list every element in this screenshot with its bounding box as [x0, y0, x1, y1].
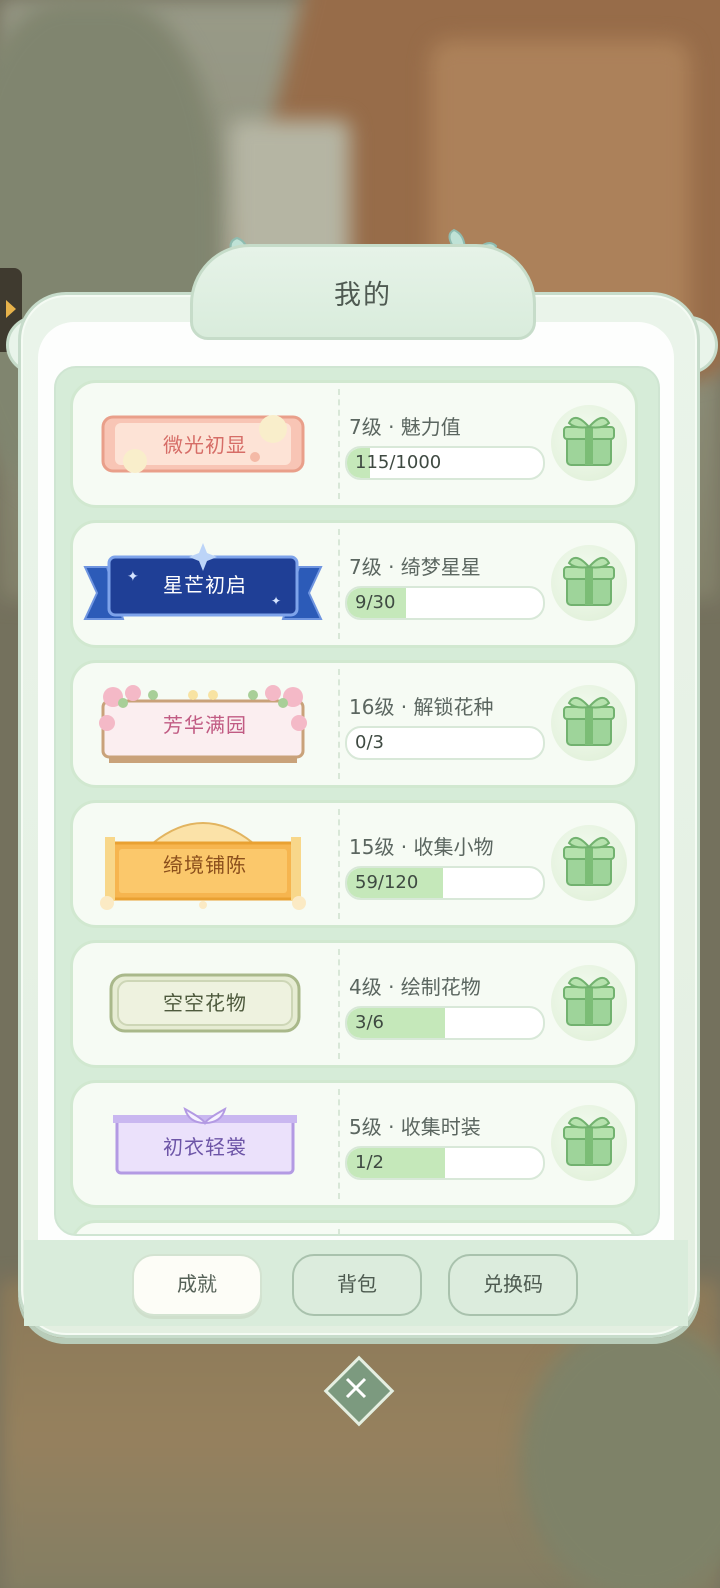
- gift-box-icon[interactable]: [551, 545, 627, 621]
- badge-label: 芳华满园: [163, 713, 247, 737]
- achievement-task: 7级 · 魅力值: [349, 415, 461, 439]
- progress-value: 0/3: [355, 732, 384, 753]
- badge-label: 绮境铺陈: [163, 853, 247, 877]
- page-title: 我的: [334, 280, 392, 311]
- achievement-row-2: ✦ ✦ 星芒初启 7级 · 绮梦星星 9/30: [70, 520, 638, 648]
- achievement-row-4: 绮境铺陈 15级 · 收集小物 59/120: [70, 800, 638, 928]
- progress-bar: 0/3: [345, 726, 545, 760]
- progress-value: 9/30: [355, 592, 396, 613]
- achievement-row-1: 微光初显 7级 · 魅力值 115/1000: [70, 380, 638, 508]
- achievement-task: 16级 · 解锁花种: [349, 695, 494, 719]
- badge-chuyi: 初衣轻裳: [73, 1083, 337, 1205]
- achievement-row-partial: [70, 1220, 638, 1234]
- badge-label: 空空花物: [163, 991, 247, 1015]
- close-icon[interactable]: [331, 1363, 381, 1413]
- badge-label: 初衣轻裳: [163, 1135, 247, 1159]
- progress-bar: 3/6: [345, 1006, 545, 1040]
- badge-label: 微光初显: [163, 433, 247, 457]
- badge-label: 星芒初启: [163, 573, 247, 597]
- achievement-row-5: 空空花物 4级 · 绘制花物 3/6: [70, 940, 638, 1068]
- gift-box-icon[interactable]: [551, 965, 627, 1041]
- gift-box-icon[interactable]: [551, 1105, 627, 1181]
- tab-redeem-code[interactable]: 兑换码: [448, 1254, 578, 1316]
- tab-bag[interactable]: 背包: [292, 1254, 422, 1316]
- progress-value: 59/120: [355, 872, 419, 893]
- badge-weiguang: 微光初显: [73, 383, 337, 505]
- gift-box-icon[interactable]: [551, 405, 627, 481]
- badge-xingmang: ✦ ✦ 星芒初启: [73, 523, 337, 645]
- badge-fanghua: 芳华满园: [73, 663, 337, 785]
- achievement-task: 4级 · 绘制花物: [349, 975, 481, 999]
- achievement-row-3: 芳华满园 16级 · 解锁花种 0/3: [70, 660, 638, 788]
- progress-value: 1/2: [355, 1152, 384, 1173]
- badge-qijing: 绮境铺陈: [73, 803, 337, 925]
- tab-achievements[interactable]: 成就: [132, 1254, 262, 1316]
- progress-bar: 1/2: [345, 1146, 545, 1180]
- achievement-task: 5级 · 收集时装: [349, 1115, 481, 1139]
- progress-bar: 115/1000: [345, 446, 545, 480]
- badge-kongkong: 空空花物: [73, 943, 337, 1065]
- achievement-task: 15级 · 收集小物: [349, 835, 494, 859]
- progress-bar: 9/30: [345, 586, 545, 620]
- gift-box-icon[interactable]: [551, 825, 627, 901]
- panel-title-plate: 我的: [190, 244, 536, 340]
- gift-box-icon[interactable]: [551, 685, 627, 761]
- achievement-row-6: 初衣轻裳 5级 · 收集时装 1/2: [70, 1080, 638, 1208]
- achievement-list[interactable]: 微光初显 7级 · 魅力值 115/1000 ✦ ✦ 星芒初启 7级 · 绮梦星…: [54, 366, 660, 1236]
- progress-value: 3/6: [355, 1012, 384, 1033]
- achievement-task: 7级 · 绮梦星星: [349, 555, 481, 579]
- progress-bar: 59/120: [345, 866, 545, 900]
- progress-value: 115/1000: [355, 452, 442, 473]
